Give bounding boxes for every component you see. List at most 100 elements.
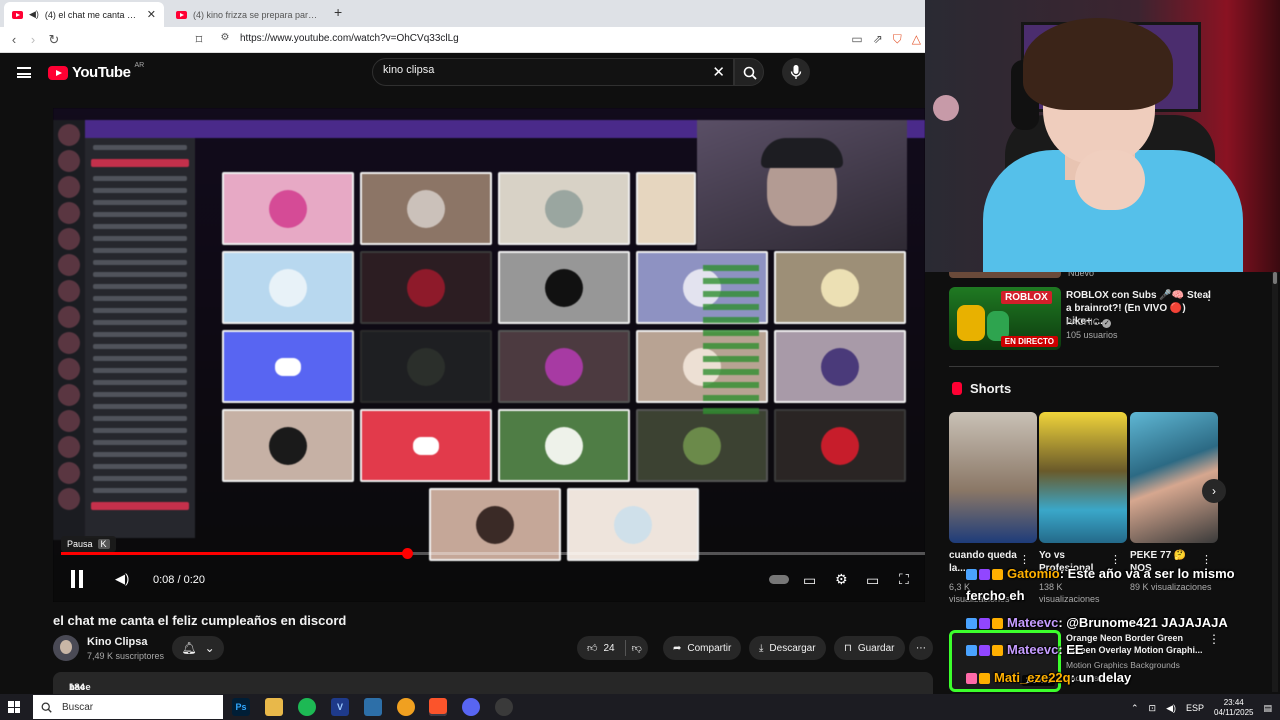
language-indicator[interactable]: ESP <box>1186 703 1204 713</box>
reload-icon[interactable]: ↻ <box>43 32 65 48</box>
recommendation-age: hace 2 años <box>1066 673 1113 683</box>
channel-text: PACHIC <box>1066 317 1100 327</box>
participant-tile <box>498 251 630 324</box>
more-options-icon[interactable]: ⋮ <box>1201 553 1212 566</box>
verified-icon: ✓ <box>1102 319 1112 328</box>
volume-icon[interactable]: ◀) <box>115 571 129 587</box>
participant-tile <box>774 409 906 482</box>
autoplay-toggle[interactable] <box>769 575 789 584</box>
sidebar-scrollbar[interactable] <box>1272 272 1278 692</box>
more-actions-button[interactable]: ⋯ <box>909 636 933 660</box>
notifications-button[interactable]: 🔔︎ ⌄ <box>172 636 224 660</box>
participant-tile <box>360 172 492 245</box>
network-icon[interactable]: ⊡ <box>1149 703 1157 714</box>
menu-icon[interactable] <box>17 67 31 78</box>
forward-icon[interactable]: › <box>22 32 44 47</box>
screen: ◀) (4) el chat me canta el feliz cumplea… <box>0 0 1280 720</box>
browser-tab[interactable]: (4) kino frizza se prepara para los CA <box>168 2 326 27</box>
description-box[interactable]: 184 visualizaciones hace 3 años <box>53 672 933 715</box>
file-explorer-icon[interactable] <box>265 698 283 716</box>
settings-icon[interactable]: ⚙ <box>835 571 848 588</box>
recommendation-channel: PACHIC ✓ <box>1066 317 1112 328</box>
voice-search-button[interactable] <box>782 58 810 86</box>
speaker-icon[interactable]: ◀) <box>29 9 39 20</box>
app-icon[interactable] <box>364 698 382 716</box>
windows-start-icon[interactable] <box>8 701 20 713</box>
brave-browser-icon[interactable] <box>429 698 447 716</box>
short-thumbnail[interactable] <box>949 412 1037 543</box>
share-button[interactable]: ➦ Compartir <box>663 636 742 660</box>
participant-tile <box>774 251 906 324</box>
save-button[interactable]: ⊓ Guardar <box>834 636 905 660</box>
vegas-icon[interactable]: V <box>331 698 349 716</box>
theater-mode-icon[interactable]: ▭ <box>866 572 879 589</box>
chevron-down-icon: ⌄ <box>204 641 215 655</box>
video-frame <box>53 108 925 602</box>
search-input[interactable] <box>383 64 703 76</box>
time-display: 0:08 / 0:20 <box>153 574 205 586</box>
recommendation-thumbnail[interactable]: ROBLOX EN DIRECTO <box>949 287 1061 350</box>
picture-in-picture-icon[interactable]: ▭ <box>851 32 862 47</box>
clock[interactable]: 23:44 04/11/2025 <box>1214 698 1253 718</box>
microphone-icon <box>790 65 802 79</box>
photoshop-icon[interactable]: Ps <box>232 698 250 716</box>
shorts-next-button[interactable]: › <box>1202 479 1226 503</box>
shorts-heading: Shorts <box>952 381 1011 396</box>
notifications-icon[interactable]: ▤ <box>1263 703 1272 714</box>
short-thumbnail[interactable] <box>1130 412 1218 543</box>
thumbs-down-icon[interactable]: 👎︎ <box>632 642 642 654</box>
save-label: Guardar <box>857 642 895 654</box>
volume-icon[interactable]: ◀) <box>1166 703 1176 714</box>
fullscreen-icon[interactable]: ⛶ <box>899 571 909 588</box>
short-views: 138 K visualizaciones <box>1039 582 1100 604</box>
short-title[interactable]: cuando queda la... <box>949 549 1029 575</box>
more-options-icon[interactable]: ⋮ <box>1110 553 1121 566</box>
view-stats: 184 visualizaciones hace 3 años <box>61 677 139 715</box>
short-title[interactable]: PEKE 77 🤔 NOS <box>1130 549 1210 575</box>
recommendation-meta: 105 usuarios <box>1066 330 1118 340</box>
obs-icon[interactable] <box>495 698 513 716</box>
streamer-webcam <box>925 0 1280 272</box>
logo-text: YouTube <box>72 64 131 81</box>
new-tab-button[interactable]: + <box>334 4 342 20</box>
browser-tab-active[interactable]: ◀) (4) el chat me canta el feliz cumplea… <box>4 2 164 27</box>
bookmark-icon[interactable]: ⌑ <box>188 32 210 48</box>
download-button[interactable]: ⤓ Descargar <box>749 636 826 660</box>
short-title[interactable]: Yo vs Profesional <box>1039 549 1119 575</box>
brave-shield-icon[interactable]: ⛉ <box>893 32 902 47</box>
app-icon[interactable] <box>397 698 415 716</box>
url-field[interactable]: https://www.youtube.com/watch?v=OhCVq33c… <box>240 33 459 44</box>
discord-icon[interactable] <box>462 698 480 716</box>
rewards-icon[interactable]: △ <box>912 32 921 47</box>
youtube-logo[interactable]: YouTube AR <box>48 62 144 81</box>
recommendation-item[interactable]: ROBLOX EN DIRECTO ROBLOX con Subs 🎤🧠 Ste… <box>949 287 1219 353</box>
pause-button[interactable] <box>70 570 84 588</box>
more-options-icon[interactable]: ⋮ <box>1203 289 1215 303</box>
more-options-icon[interactable]: ⋮ <box>1208 632 1276 646</box>
progress-bar[interactable] <box>61 548 925 559</box>
channel-avatar[interactable] <box>53 635 79 661</box>
video-player[interactable]: Pausa K ◀) 0:08 / 0:20 ▭ ⚙ ▭ ⛶ <box>53 108 925 602</box>
more-options-icon[interactable]: ⋮ <box>1019 553 1030 566</box>
close-tab-icon[interactable]: ✕ <box>147 8 156 21</box>
taskbar-search[interactable]: Buscar <box>33 695 223 719</box>
recommendation-channel: Motion Graphics Backgrounds <box>1066 660 1180 670</box>
short-thumbnail[interactable] <box>1039 412 1127 543</box>
spotify-icon[interactable] <box>298 698 316 716</box>
clear-search-icon[interactable]: ✕ <box>712 63 725 81</box>
bell-icon: 🔔︎ <box>181 641 197 655</box>
subtitles-icon[interactable]: ▭ <box>803 572 816 589</box>
address-bar: ‹ › ↻ ⌑ ⚙ https://www.youtube.com/watch?… <box>0 27 925 53</box>
channel-name[interactable]: Kino Clipsa <box>87 636 148 648</box>
divider <box>949 366 1219 367</box>
site-settings-icon[interactable]: ⚙ <box>214 32 236 43</box>
like-button[interactable]: 👍︎ 24 👎︎ <box>577 636 648 660</box>
participant-tile <box>360 330 492 403</box>
search-button[interactable] <box>734 58 764 86</box>
recommendation-meta: Motion Graphics Backgrounds hace 2 años <box>1066 659 1180 685</box>
address-bar-actions: ▭ ⇗ ⛉ △ <box>851 32 921 47</box>
tray-chevron-icon[interactable]: ⌃ <box>1131 703 1139 714</box>
scrubber-handle[interactable] <box>401 548 413 559</box>
share-page-icon[interactable]: ⇗ <box>873 32 883 47</box>
recommendation-thumbnail[interactable]: 1:00:01 <box>949 630 1061 692</box>
